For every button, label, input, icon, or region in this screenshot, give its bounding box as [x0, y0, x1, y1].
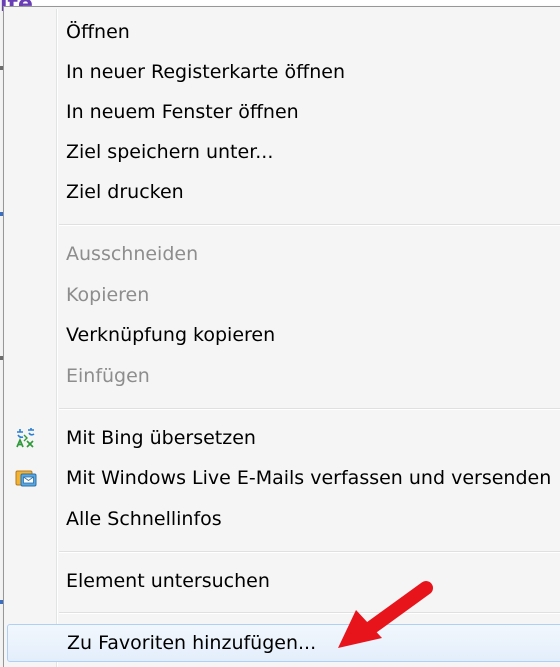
screenshot: ite Öffnen In neuer Registerkarte öffnen… [0, 0, 560, 667]
menu-item-label: Kopieren [66, 284, 150, 306]
windows-live-mail-icon [14, 466, 38, 490]
menu-item-label: Ziel drucken [66, 181, 184, 203]
menu-item-open-new-tab[interactable]: In neuer Registerkarte öffnen [6, 53, 560, 91]
menu-separator [59, 551, 560, 553]
menu-item-label: In neuer Registerkarte öffnen [66, 61, 346, 83]
menu-item-cut: Ausschneiden [6, 235, 560, 273]
menu-item-label: In neuem Fenster öffnen [66, 101, 299, 123]
menu-item-label: Mit Bing übersetzen [66, 427, 256, 449]
menu-item-print-target[interactable]: Ziel drucken [6, 173, 560, 211]
menu-item-label: Ausschneiden [66, 243, 199, 265]
menu-item-add-to-favorites[interactable]: Zu Favoriten hinzufügen... [7, 624, 560, 662]
menu-item-open[interactable]: Öffnen [6, 13, 560, 51]
menu-item-paste: Einfügen [6, 357, 560, 395]
menu-item-inspect-element[interactable]: Element untersuchen [6, 562, 560, 600]
menu-item-label: Zu Favoriten hinzufügen... [67, 632, 317, 654]
menu-item-label: Element untersuchen [66, 570, 270, 592]
menu-item-label: Alle Schnellinfos [66, 508, 222, 530]
menu-item-translate-with-bing[interactable]: Mit Bing übersetzen [6, 419, 560, 457]
menu-item-label: Einfügen [66, 365, 150, 387]
menu-item-label: Mit Windows Live E-Mails verfassen und v… [66, 467, 552, 489]
annotation-arrow-icon [338, 581, 433, 648]
translate-icon [14, 426, 38, 450]
menu-separator [59, 408, 560, 410]
context-menu: Öffnen In neuer Registerkarte öffnen In … [3, 6, 560, 667]
menu-item-label: Ziel speichern unter... [66, 141, 274, 163]
menu-item-windows-live-mail[interactable]: Mit Windows Live E-Mails verfassen und v… [6, 459, 560, 497]
menu-item-copy-shortcut[interactable]: Verknüpfung kopieren [6, 316, 560, 354]
menu-item-open-new-window[interactable]: In neuem Fenster öffnen [6, 93, 560, 131]
menu-separator [59, 224, 560, 226]
menu-item-save-target-as[interactable]: Ziel speichern unter... [6, 133, 560, 171]
menu-separator [59, 612, 560, 614]
menu-item-all-accelerators[interactable]: Alle Schnellinfos [6, 500, 560, 538]
menu-item-label: Verknüpfung kopieren [66, 324, 276, 346]
menu-item-label: Öffnen [66, 21, 130, 43]
menu-item-copy: Kopieren [6, 276, 560, 314]
